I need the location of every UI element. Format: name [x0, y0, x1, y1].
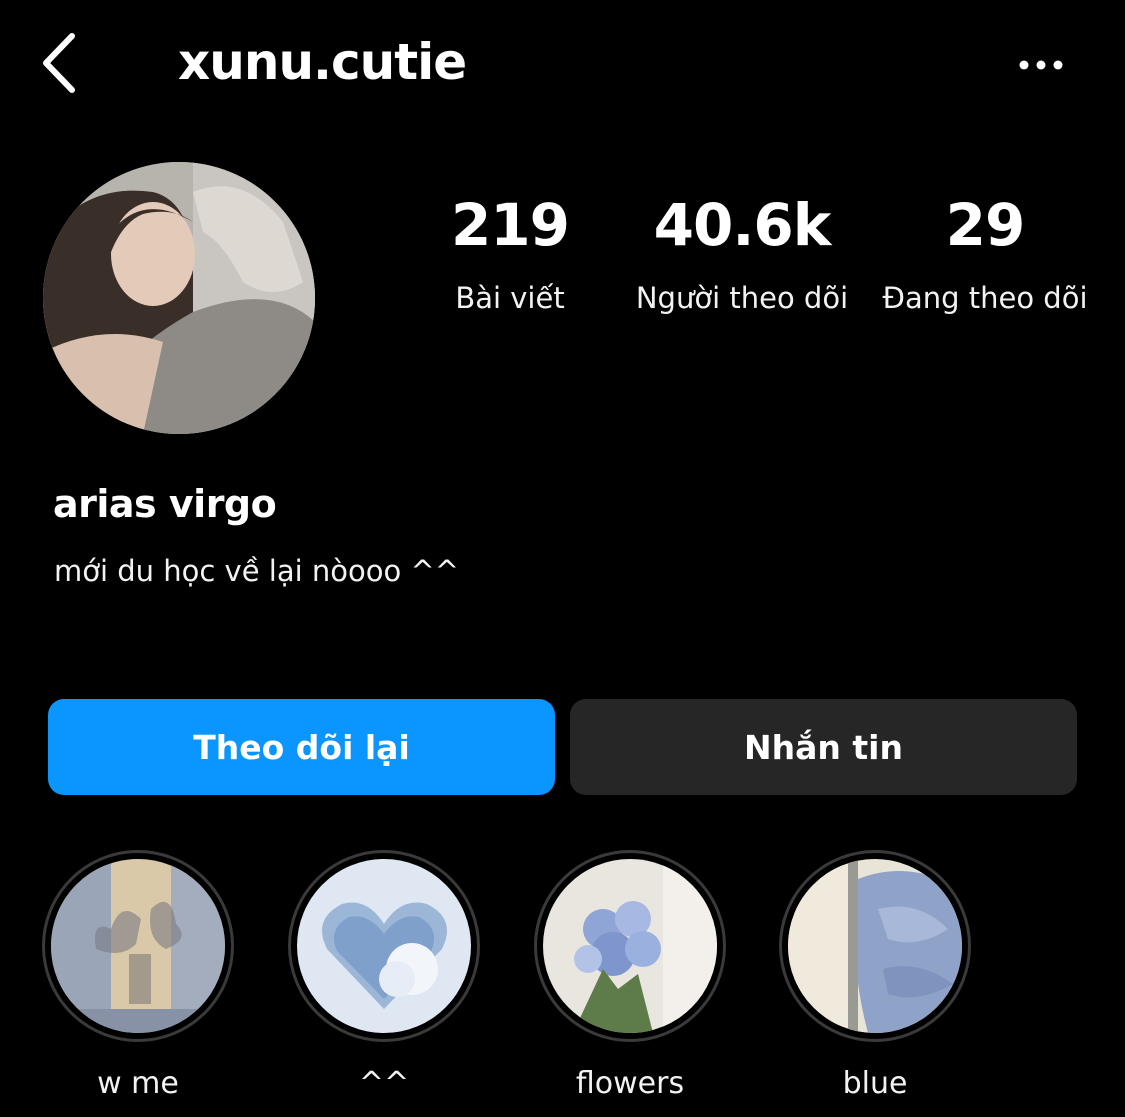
highlight-label: flowers [575, 1066, 685, 1101]
stat-posts[interactable]: 219 Bài viết [420, 190, 600, 318]
highlight-ring [42, 850, 234, 1042]
bio-text: mới du học về lại nòooo ^^ [54, 554, 460, 588]
stat-following[interactable]: 29 Đang theo dõi [870, 190, 1100, 318]
posts-count: 219 [450, 191, 570, 259]
chevron-left-icon [43, 33, 75, 93]
stat-followers[interactable]: 40.6k Người theo dõi [628, 190, 856, 318]
followers-label: Người theo dõi [635, 281, 849, 315]
highlight-ring [534, 850, 726, 1042]
avatar-photo [43, 162, 315, 434]
highlight-ring [288, 850, 480, 1042]
posts-label: Bài viết [455, 281, 565, 315]
highlight-label: blue [842, 1066, 908, 1101]
highlight-label: w me [97, 1066, 179, 1101]
story-highlight[interactable]: flowers [534, 850, 726, 1104]
message-button[interactable]: Nhắn tin [570, 699, 1077, 795]
highlight-ring [779, 850, 971, 1042]
following-count: 29 [945, 191, 1026, 259]
more-horizontal-icon [1019, 60, 1063, 70]
story-highlight[interactable]: w me [42, 850, 234, 1104]
highlight-cover [297, 859, 471, 1033]
display-name: arias virgo [53, 482, 277, 526]
story-highlight[interactable]: ^^ [288, 850, 480, 1104]
highlight-label: ^^ [358, 1066, 410, 1101]
story-highlight[interactable]: blue [779, 850, 971, 1104]
following-label: Đang theo dõi [882, 281, 1088, 315]
avatar[interactable] [43, 162, 315, 434]
highlight-cover [543, 859, 717, 1033]
profile-screen: xunu.cutie 219 Bài viết 40.6k Người theo… [0, 0, 1125, 1117]
page-title-username: xunu.cutie [178, 33, 467, 91]
follow-back-button[interactable]: Theo dõi lại [48, 699, 555, 795]
highlight-cover [51, 859, 225, 1033]
back-button[interactable] [38, 30, 82, 96]
highlight-cover [788, 859, 962, 1033]
followers-count: 40.6k [653, 191, 832, 259]
more-options-button[interactable] [1012, 48, 1070, 82]
